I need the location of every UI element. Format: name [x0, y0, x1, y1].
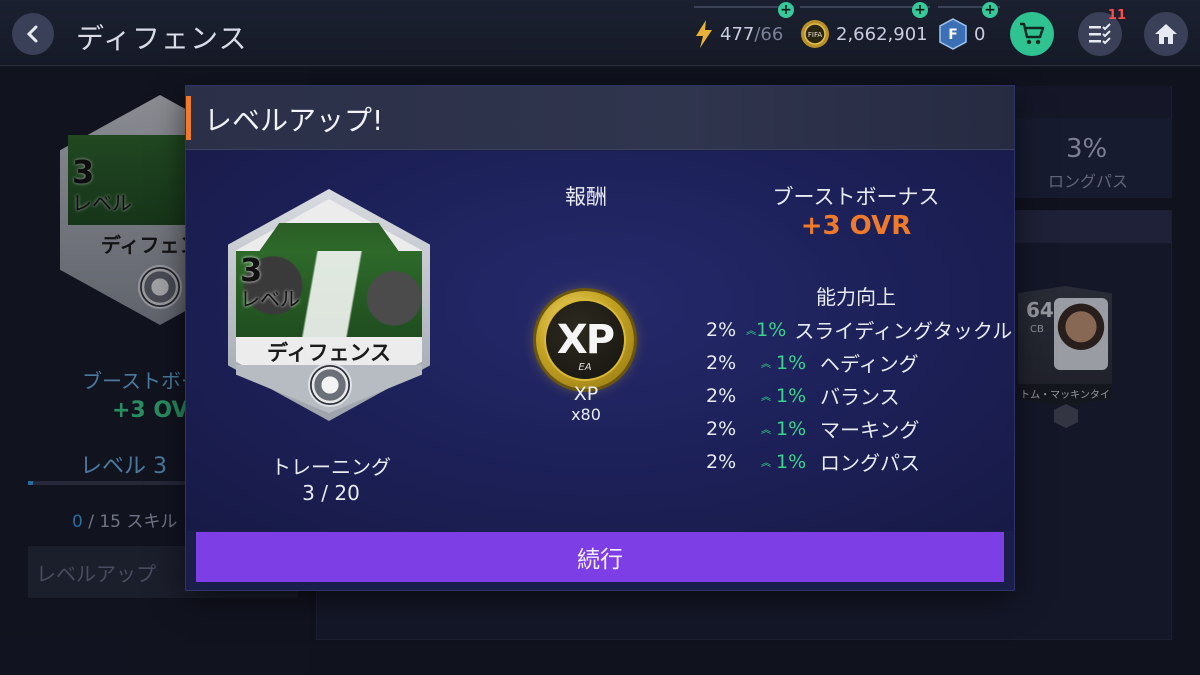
- ability-row: 2% ︽ 1% バランス: [706, 379, 1006, 412]
- ability-name: ヘディング: [820, 352, 919, 376]
- ability-row: 2% ︽ 1% マーキング: [706, 412, 1006, 445]
- page-title: ディフェンス: [76, 22, 248, 55]
- xp-coin-icon: XP EA: [536, 291, 634, 389]
- modal-title: レベルアップ!: [204, 104, 384, 137]
- double-chevron-up-icon: ︽: [746, 326, 757, 337]
- xp-coin-text: XP: [556, 317, 615, 363]
- cart-icon: [1020, 22, 1045, 45]
- continue-button[interactable]: 続行: [196, 532, 1004, 582]
- back-arrow-icon: [26, 25, 38, 43]
- ability-from: 2%: [706, 450, 737, 473]
- add-energy-button[interactable]: +: [778, 2, 794, 18]
- energy-stat[interactable]: 477/66 +: [694, 2, 794, 60]
- svg-text:F: F: [948, 27, 958, 43]
- home-button[interactable]: [1144, 12, 1188, 56]
- boost-bonus-label: ブーストボーナス: [772, 185, 940, 209]
- ability-list: 2% ︽ 1% スライディングタックル 2% ︽ 1% ヘディング 2% ︽ 1…: [706, 313, 1012, 478]
- double-chevron-up-icon: ︽: [761, 458, 771, 469]
- header-accent-bar: [186, 96, 191, 140]
- ability-from: 2%: [706, 384, 737, 407]
- level-up-modal: レベルアップ! 3 レベル ディフェンス トレーニング 3 / 20 報酬 XP…: [186, 86, 1014, 590]
- ability-name: マーキング: [820, 418, 920, 442]
- lightning-icon: [696, 20, 712, 48]
- back-button[interactable]: [12, 13, 54, 55]
- boost-bonus-value: +3 OVR: [800, 211, 912, 241]
- skill-card-level-label: レベル: [240, 287, 300, 311]
- ea-logo: EA: [578, 362, 592, 373]
- svg-text:FIFA: FIFA: [808, 31, 822, 39]
- training-value: 3 / 20: [302, 481, 360, 505]
- ability-increase: 1%: [756, 318, 787, 341]
- ability-name: ロングパス: [820, 451, 920, 475]
- ability-from: 2%: [706, 318, 737, 341]
- reward-label: 報酬: [565, 185, 607, 209]
- ability-increase: 1%: [776, 384, 807, 407]
- ability-from: 2%: [706, 417, 737, 440]
- add-coins-button[interactable]: +: [912, 2, 928, 18]
- fifa-points-stat[interactable]: F 0 +: [938, 2, 1000, 60]
- double-chevron-up-icon: ︽: [761, 359, 771, 370]
- fifa-points-value: 0: [974, 23, 986, 45]
- ability-name: スライディングタックル: [794, 319, 1013, 343]
- fifa-points-icon: F: [939, 18, 967, 50]
- ability-increase: 1%: [776, 351, 807, 374]
- double-chevron-up-icon: ︽: [761, 425, 771, 436]
- modal-header: レベルアップ!: [186, 86, 1014, 150]
- notification-count-badge: 11: [1107, 8, 1126, 23]
- fifa-coin-icon: FIFA: [801, 20, 829, 48]
- top-bar: ディフェンス 477/66 + FIFA 2,662,901 + F 0 + 1…: [0, 0, 1200, 66]
- ability-name: バランス: [820, 385, 900, 409]
- double-chevron-up-icon: ︽: [761, 392, 771, 403]
- energy-current: 477: [720, 23, 755, 45]
- coins-value: 2,662,901: [836, 23, 928, 45]
- ability-increase: 1%: [776, 417, 807, 440]
- add-fifa-points-button[interactable]: +: [982, 2, 998, 18]
- energy-max: /66: [754, 23, 784, 45]
- coins-stat[interactable]: FIFA 2,662,901 +: [800, 2, 930, 60]
- ability-row: 2% ︽ 1% スライディングタックル: [706, 313, 1012, 346]
- ability-row: 2% ︽ 1% ロングパス: [706, 445, 1006, 478]
- skill-card-emblem-icon: [308, 363, 352, 407]
- store-button[interactable]: [1010, 12, 1054, 56]
- ability-from: 2%: [706, 351, 737, 374]
- tasks-button[interactable]: 11: [1078, 8, 1126, 56]
- checklist-icon: [1089, 23, 1111, 45]
- reward-item-name: XP: [573, 383, 599, 405]
- training-label: トレーニング: [271, 455, 391, 479]
- modal-body: 3 レベル ディフェンス トレーニング 3 / 20 報酬 XP EA XP x…: [186, 151, 1014, 531]
- reward-quantity: x80: [571, 405, 601, 424]
- ability-row: 2% ︽ 1% ヘディング: [706, 346, 1006, 379]
- home-icon: [1155, 24, 1177, 44]
- ability-increase: 1%: [776, 450, 807, 473]
- ability-improvement-label: 能力向上: [816, 285, 896, 309]
